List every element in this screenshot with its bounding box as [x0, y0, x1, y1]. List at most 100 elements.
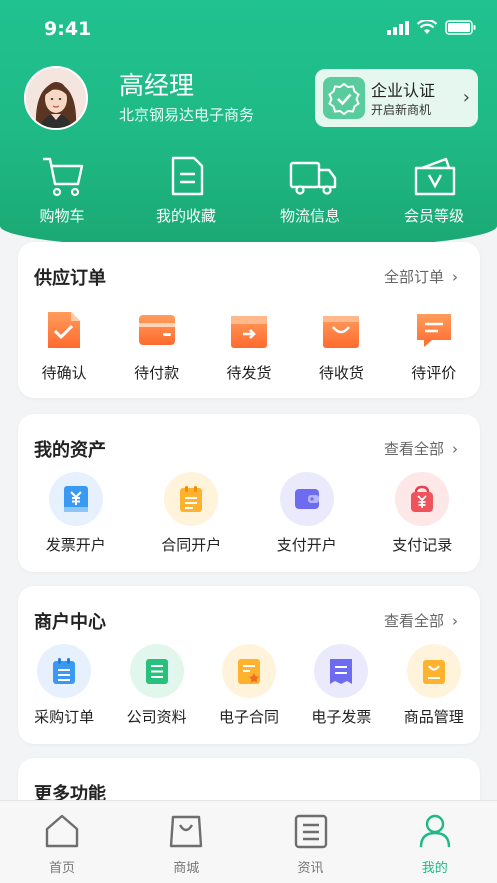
avatar[interactable]: [24, 66, 88, 130]
tab-bar: 首页 商城 资讯 我的: [0, 800, 497, 883]
payment-record-icon: [395, 472, 450, 526]
tab-label: 首页: [48, 861, 75, 876]
view-all-assets-link[interactable]: 查看全部 ›: [384, 438, 458, 459]
order-label: 待发货: [226, 364, 272, 382]
tab-label: 商城: [173, 861, 200, 876]
merchant-label: 电子合同: [218, 708, 279, 726]
view-all-merchant-label: 查看全部: [383, 612, 444, 630]
quick-action-membership[interactable]: 会员等级: [372, 150, 496, 230]
order-label: 待评价: [411, 364, 457, 382]
chevron-right-icon: ›: [452, 268, 458, 286]
tab-news[interactable]: 资讯: [249, 801, 373, 883]
order-pending-review[interactable]: 待评价: [388, 310, 480, 383]
quick-action-label: 购物车: [39, 207, 85, 225]
chevron-right-icon: ›: [462, 87, 470, 108]
invoice-yen-icon: [48, 472, 103, 526]
merchant-e-invoice[interactable]: 电子发票: [295, 644, 387, 727]
merchant-purchase-orders[interactable]: 采购订单: [18, 644, 110, 727]
wallet-icon: [138, 315, 175, 345]
merchant-label: 采购订单: [34, 708, 95, 726]
quick-action-cart[interactable]: 购物车: [0, 150, 124, 230]
assets-items: 发票开户 合同开户 支付开户 支付记录: [18, 472, 480, 555]
certification-title: 企业认证: [371, 81, 436, 100]
contract-icon: [164, 472, 219, 526]
e-contract-icon: [221, 644, 276, 698]
certification-subtitle: 开启新商机: [371, 103, 432, 117]
merchant-center-card: 商户中心 查看全部 › 采购订单 公司资料 电子合同 电子发票 商品管理: [18, 586, 480, 744]
tab-label: 我的: [421, 861, 448, 876]
view-all-assets-label: 查看全部: [383, 440, 444, 458]
my-assets-card: 我的资产 查看全部 › 发票开户 合同开户 支付开户 支付记录: [18, 414, 480, 572]
merchant-center-title: 商户中心: [34, 612, 106, 633]
supply-orders-title: 供应订单: [34, 268, 106, 289]
payment-wallet-icon: [279, 472, 334, 526]
quick-action-label: 会员等级: [403, 207, 464, 225]
merchant-goods-management[interactable]: 商品管理: [388, 644, 480, 727]
enterprise-certification-button[interactable]: 企业认证 开启新商机 ›: [315, 69, 478, 127]
merchant-label: 公司资料: [126, 708, 187, 726]
asset-label: 支付开户: [276, 536, 337, 554]
tab-label: 资讯: [297, 861, 324, 876]
order-pending-payment[interactable]: 待付款: [111, 310, 203, 383]
merchant-items: 采购订单 公司资料 电子合同 电子发票 商品管理: [18, 644, 480, 727]
asset-contract-account[interactable]: 合同开户: [136, 472, 246, 555]
tab-mall[interactable]: 商城: [124, 801, 248, 883]
certification-badge-icon: [323, 77, 365, 119]
tab-home[interactable]: 首页: [0, 801, 124, 883]
e-invoice-icon: [314, 644, 369, 698]
vip-box-icon: [414, 157, 456, 196]
order-label: 待付款: [134, 364, 180, 382]
company-info-icon: [129, 644, 184, 698]
profile-icon: [419, 814, 450, 848]
quick-action-favorites[interactable]: 我的收藏: [124, 150, 248, 230]
asset-invoice-account[interactable]: 发票开户: [21, 472, 131, 555]
ship-box-icon: [230, 316, 267, 348]
asset-label: 支付记录: [392, 536, 453, 554]
document-icon: [171, 156, 204, 196]
purchase-order-icon: [37, 644, 92, 698]
merchant-label: 商品管理: [403, 708, 464, 726]
order-label: 待确认: [41, 364, 87, 382]
cart-icon: [43, 157, 84, 197]
quick-action-label: 物流信息: [279, 207, 340, 225]
avatar-portrait-icon: [26, 68, 86, 128]
user-name: 高经理: [119, 71, 195, 100]
comment-icon: [416, 314, 451, 347]
order-pending-receipt[interactable]: 待收货: [295, 310, 387, 383]
quick-actions: 购物车 我的收藏 物流信息 会员等级: [0, 150, 497, 230]
merchant-e-contract[interactable]: 电子合同: [203, 644, 295, 727]
quick-action-logistics[interactable]: 物流信息: [248, 150, 372, 230]
chevron-right-icon: ›: [452, 440, 458, 458]
status-time: 9:41: [44, 18, 92, 40]
header-background: 9:41 高经理 北京钢易达电子商务 企业认证 开启新商机 › 购物车 我的收藏…: [0, 0, 497, 250]
receive-bag-icon: [323, 316, 360, 348]
shopping-bag-icon: [170, 815, 203, 848]
quick-action-label: 我的收藏: [155, 207, 216, 225]
order-pending-shipment[interactable]: 待发货: [203, 310, 295, 383]
goods-management-icon: [406, 644, 461, 698]
my-assets-title: 我的资产: [34, 440, 106, 461]
supply-orders-card: 供应订单 全部订单 › 待确认 待付款 待发货 待收货 待评价: [18, 242, 480, 398]
asset-payment-record[interactable]: 支付记录: [367, 472, 477, 555]
all-orders-link[interactable]: 全部订单 ›: [384, 266, 458, 287]
merchant-company-info[interactable]: 公司资料: [111, 644, 203, 727]
view-all-merchant-link[interactable]: 查看全部 ›: [384, 610, 458, 631]
news-icon: [294, 814, 327, 849]
chevron-right-icon: ›: [452, 612, 458, 630]
confirm-icon: [48, 312, 81, 348]
order-label: 待收货: [318, 364, 364, 382]
asset-label: 合同开户: [161, 536, 222, 554]
asset-payment-account[interactable]: 支付开户: [252, 472, 362, 555]
order-pending-confirm[interactable]: 待确认: [18, 310, 110, 383]
truck-icon: [289, 161, 337, 195]
company-name: 北京钢易达电子商务: [119, 106, 255, 124]
home-icon: [45, 814, 79, 848]
battery-icon: [445, 20, 476, 35]
status-bar: 9:41: [0, 0, 497, 60]
all-orders-link-label: 全部订单: [383, 268, 444, 286]
tab-mine[interactable]: 我的: [373, 801, 497, 883]
signal-icon: [387, 20, 409, 35]
supply-orders-items: 待确认 待付款 待发货 待收货 待评价: [18, 310, 480, 383]
merchant-label: 电子发票: [311, 708, 372, 726]
status-icons: [387, 20, 477, 35]
